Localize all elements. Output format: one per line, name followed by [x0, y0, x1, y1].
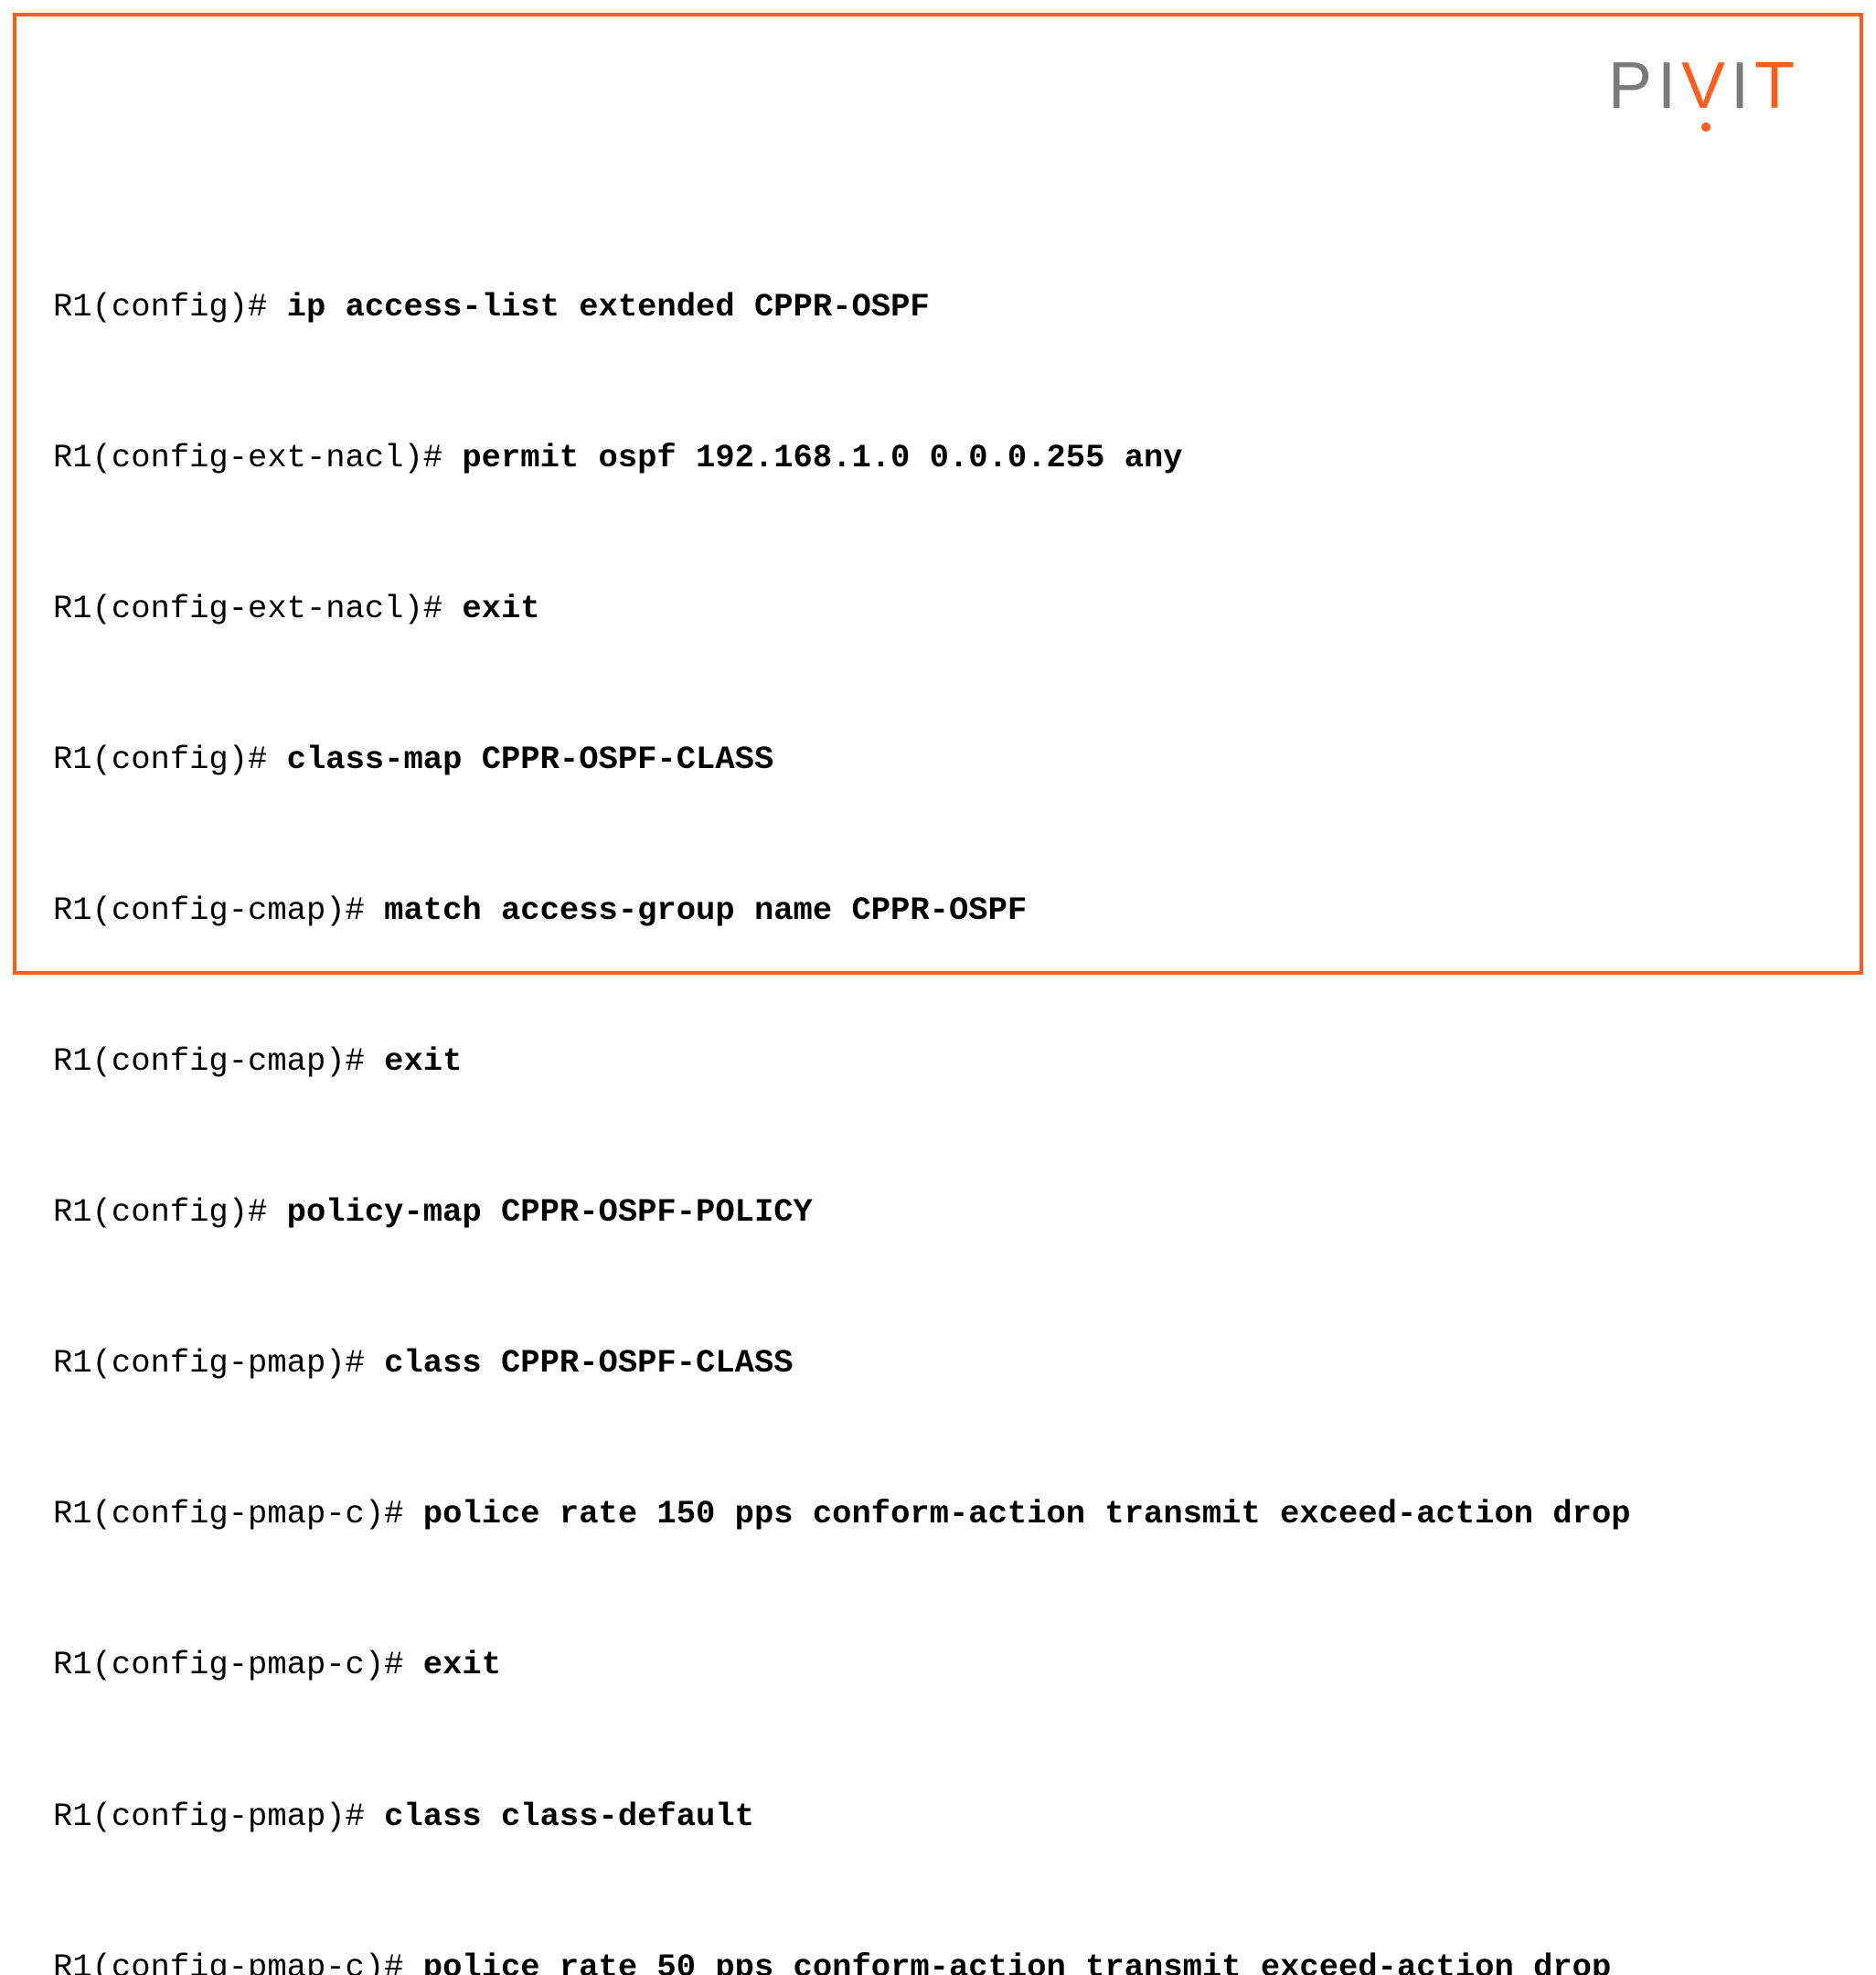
pivit-logo: PIVIT [1608, 53, 1800, 119]
terminal-line: R1(config-pmap)# class class-default [53, 1791, 1823, 1842]
logo-letter-p: P [1608, 49, 1657, 123]
command: permit ospf 192.168.1.0 0.0.0.255 any [462, 439, 1182, 476]
terminal-output: R1(config)# ip access-list extended CPPR… [53, 181, 1823, 1975]
command: exit [423, 1646, 501, 1683]
prompt: R1(config)# [53, 288, 287, 326]
prompt: R1(config)# [53, 1193, 287, 1231]
prompt: R1(config-pmap)# [53, 1798, 384, 1835]
command: exit [462, 590, 539, 627]
logo-letter-i1: I [1657, 49, 1681, 123]
prompt: R1(config-pmap-c)# [53, 1948, 423, 1975]
terminal-line: R1(config-pmap)# class CPPR-OSPF-CLASS [53, 1338, 1823, 1388]
terminal-line: R1(config-cmap)# exit [53, 1036, 1823, 1086]
terminal-line: R1(config-pmap-c)# exit [53, 1639, 1823, 1690]
prompt: R1(config-cmap)# [53, 1042, 384, 1080]
command: exit [384, 1042, 462, 1080]
command: class CPPR-OSPF-CLASS [384, 1344, 793, 1382]
terminal-line: R1(config)# policy-map CPPR-OSPF-POLICY [53, 1187, 1823, 1237]
terminal-line: R1(config-cmap)# match access-group name… [53, 885, 1823, 935]
terminal-line: R1(config-pmap-c)# police rate 150 pps c… [53, 1489, 1823, 1539]
prompt: R1(config)# [53, 741, 287, 778]
command: class-map CPPR-OSPF-CLASS [287, 741, 774, 778]
logo-letter-i2: I [1731, 49, 1754, 123]
logo-letter-v: V [1681, 49, 1731, 123]
prompt: R1(config-pmap)# [53, 1344, 384, 1382]
prompt: R1(config-cmap)# [53, 891, 384, 929]
terminal-line: R1(config-pmap-c)# police rate 50 pps co… [53, 1942, 1823, 1975]
prompt: R1(config-ext-nacl)# [53, 590, 462, 627]
terminal-line: R1(config-ext-nacl)# exit [53, 583, 1823, 634]
terminal-line: R1(config-ext-nacl)# permit ospf 192.168… [53, 432, 1823, 483]
terminal-line: R1(config)# class-map CPPR-OSPF-CLASS [53, 734, 1823, 785]
command: class class-default [384, 1798, 754, 1835]
command: match access-group name CPPR-OSPF [384, 891, 1027, 929]
logo-dot-icon [1701, 123, 1711, 132]
document-frame: PIVIT R1(config)# ip access-list extende… [13, 13, 1863, 975]
command: police rate 50 pps conform-action transm… [423, 1948, 1612, 1975]
command: police rate 150 pps conform-action trans… [423, 1495, 1631, 1532]
prompt: R1(config-pmap-c)# [53, 1495, 423, 1532]
command: ip access-list extended CPPR-OSPF [287, 288, 930, 326]
prompt: R1(config-pmap-c)# [53, 1646, 423, 1683]
command: policy-map CPPR-OSPF-POLICY [287, 1193, 813, 1231]
prompt: R1(config-ext-nacl)# [53, 439, 462, 476]
logo-letter-t: T [1754, 49, 1800, 123]
terminal-line: R1(config)# ip access-list extended CPPR… [53, 282, 1823, 332]
